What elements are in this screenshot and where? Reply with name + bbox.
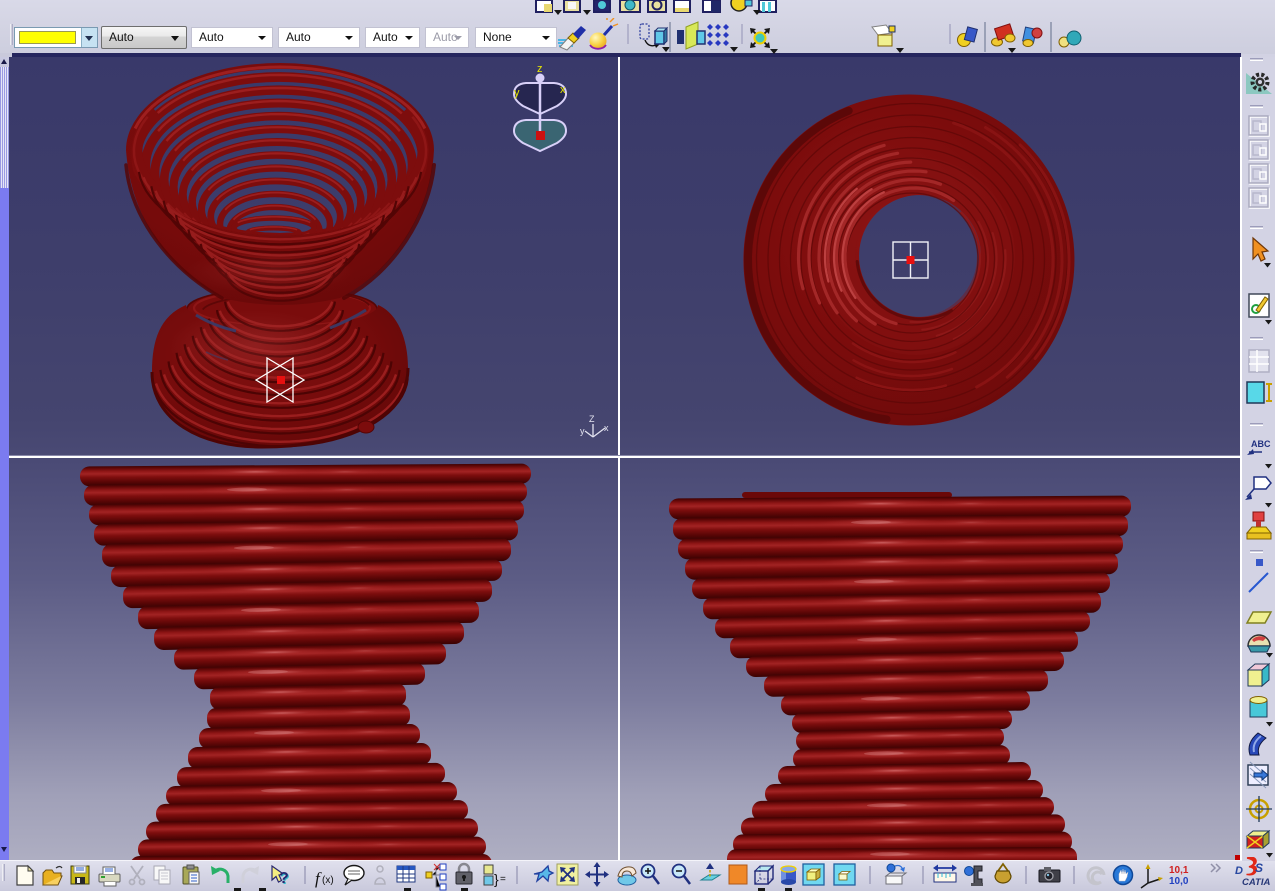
- svg-text:f: f: [315, 869, 322, 888]
- svg-text:S: S: [1255, 861, 1263, 875]
- svg-text:y: y: [580, 426, 585, 436]
- svg-text:D: D: [1235, 865, 1243, 877]
- svg-text:}: }: [494, 871, 499, 887]
- svg-text:(x): (x): [322, 875, 334, 886]
- svg-text:=: =: [500, 874, 506, 885]
- svg-text:Z: Z: [589, 414, 595, 424]
- svg-text:10,1: 10,1: [1169, 865, 1189, 876]
- svg-text:x: x: [604, 423, 609, 433]
- svg-text:ABC: ABC: [1251, 439, 1271, 449]
- svg-text:?: ?: [279, 870, 289, 887]
- svg-text:x: x: [560, 84, 566, 96]
- svg-text:CATIA: CATIA: [1242, 877, 1270, 888]
- svg-text:y: y: [514, 87, 520, 99]
- svg-text:10,0: 10,0: [1169, 876, 1189, 887]
- svg-text:z: z: [537, 63, 543, 75]
